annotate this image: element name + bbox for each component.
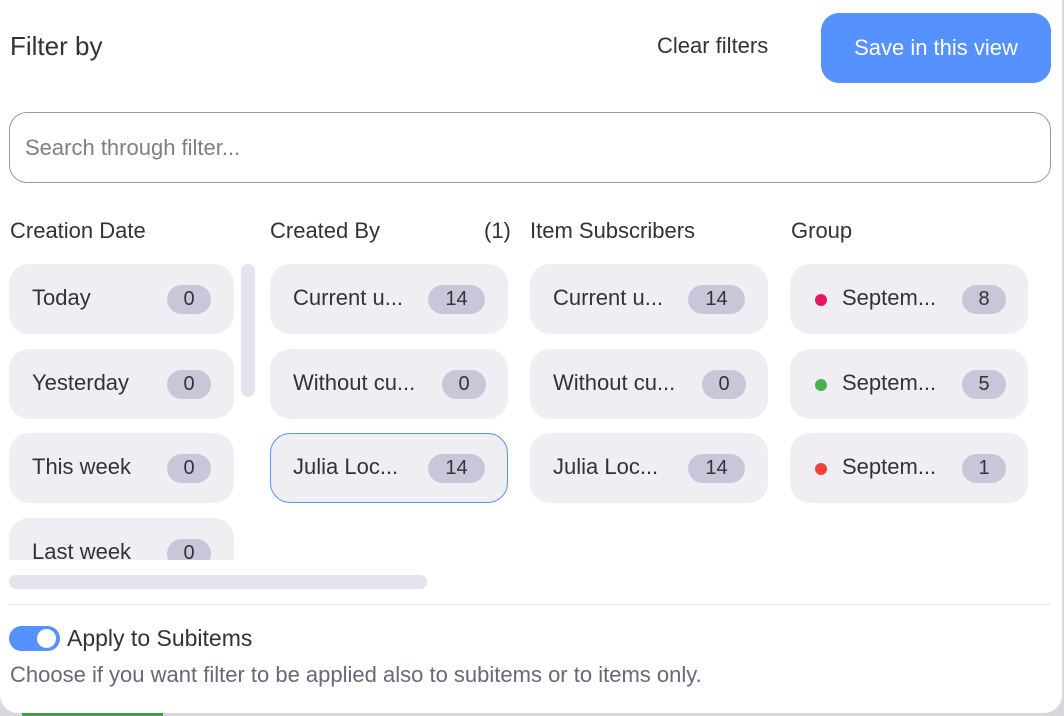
filter-option-today[interactable]: Today 0 — [9, 264, 234, 334]
option-count-badge: 14 — [428, 285, 485, 314]
option-label: Septem... — [842, 370, 937, 395]
option-label: Yesterday — [32, 370, 130, 395]
option-label: Last week — [32, 539, 132, 560]
column-title-item-subscribers: Item Subscribers — [530, 218, 696, 243]
option-label: Julia Loc... — [293, 454, 399, 479]
option-label: Current u... — [553, 285, 664, 310]
option-count-badge: 8 — [962, 285, 1006, 314]
filter-title: Filter by — [10, 31, 103, 61]
filter-search-input[interactable] — [9, 112, 1051, 183]
group-color-dot-icon — [815, 463, 827, 475]
option-count-badge: 1 — [962, 454, 1006, 483]
option-label: Current u... — [293, 285, 404, 310]
vertical-scrollbar[interactable] — [241, 264, 255, 397]
filter-option-current-user[interactable]: Current u... 14 — [270, 264, 508, 334]
option-count-badge: 14 — [428, 454, 485, 483]
option-count-badge: 0 — [167, 285, 211, 314]
option-count-badge: 14 — [688, 285, 745, 314]
apply-to-subitems-label: Apply to Subitems — [67, 625, 253, 651]
option-label: Julia Loc... — [553, 454, 659, 479]
clear-filters-button[interactable]: Clear filters — [657, 33, 768, 59]
horizontal-scrollbar[interactable] — [9, 575, 427, 589]
divider — [9, 604, 1051, 605]
filter-header: Filter by Clear filters Save in this vie… — [10, 0, 1051, 100]
filter-option-current-user[interactable]: Current u... 14 — [530, 264, 768, 334]
filter-option-yesterday[interactable]: Yesterday 0 — [9, 349, 234, 419]
filter-option-group-3[interactable]: Septem... 1 — [790, 433, 1028, 503]
option-label: Septem... — [842, 285, 937, 310]
filter-panel: Filter by Clear filters Save in this vie… — [0, 0, 1062, 713]
option-count-badge: 0 — [167, 454, 211, 483]
option-count-badge: 0 — [442, 370, 486, 399]
group-color-dot-icon — [815, 294, 827, 306]
filter-option-julia[interactable]: Julia Loc... 14 — [530, 433, 768, 503]
apply-to-subitems-help: Choose if you want filter to be applied … — [10, 662, 702, 687]
column-title-group: Group — [791, 218, 853, 243]
option-label: Without cu... — [553, 370, 676, 395]
option-count-badge: 0 — [167, 539, 211, 560]
apply-to-subitems-toggle[interactable] — [9, 626, 60, 651]
option-count-badge: 5 — [962, 370, 1006, 399]
filter-option-last-week[interactable]: Last week 0 — [9, 518, 234, 560]
column-title-created-by: Created By — [270, 218, 381, 243]
column-selected-count-created-by: (1) — [484, 218, 511, 243]
column-title-creation-date: Creation Date — [10, 218, 146, 243]
toggle-knob — [37, 629, 56, 648]
group-color-dot-icon — [815, 379, 827, 391]
option-label: Today — [32, 285, 91, 310]
save-in-view-button[interactable]: Save in this view — [821, 13, 1051, 83]
option-label: Without cu... — [293, 370, 416, 395]
option-label: This week — [32, 454, 132, 479]
filter-option-this-week[interactable]: This week 0 — [9, 433, 234, 503]
filter-option-group-1[interactable]: Septem... 8 — [790, 264, 1028, 334]
option-count-badge: 0 — [167, 370, 211, 399]
filter-option-without-current-user[interactable]: Without cu... 0 — [530, 349, 768, 419]
option-count-badge: 0 — [702, 370, 746, 399]
filter-option-julia-selected[interactable]: Julia Loc... 14 — [270, 433, 508, 503]
filter-option-group-2[interactable]: Septem... 5 — [790, 349, 1028, 419]
option-count-badge: 14 — [688, 454, 745, 483]
creation-date-options: Today 0 Yesterday 0 This week 0 Last wee… — [9, 264, 239, 560]
filter-option-without-current-user[interactable]: Without cu... 0 — [270, 349, 508, 419]
option-label: Septem... — [842, 454, 937, 479]
